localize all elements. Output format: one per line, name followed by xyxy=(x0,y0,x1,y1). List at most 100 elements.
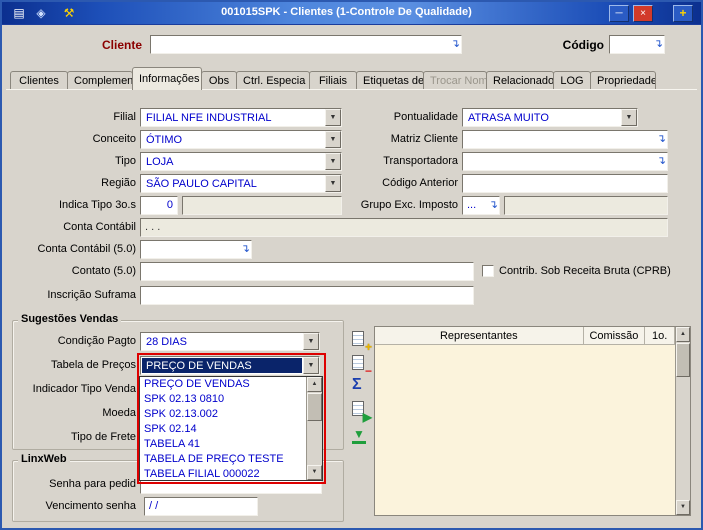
grupo-exc-imposto-desc-input[interactable] xyxy=(504,196,668,215)
tabela-precos-value: PREÇO DE VENDAS xyxy=(142,358,302,373)
tabela-precos-label: Tabela de Preços xyxy=(16,359,136,371)
grid-header-comissao[interactable]: Comissão xyxy=(584,327,646,345)
cliente-input[interactable]: ↴ xyxy=(150,35,462,54)
condicao-pagto-combo[interactable]: 28 DIAS ▼ xyxy=(140,332,320,351)
grupo-exc-imposto-label: Grupo Exc. Imposto xyxy=(338,199,458,211)
window-title: 001015SPK - Clientes (1-Controle De Qual… xyxy=(92,6,601,18)
pontualidade-value: ATRASA MUITO xyxy=(464,110,620,125)
chevron-down-icon[interactable]: ▼ xyxy=(621,109,637,126)
pontualidade-combo[interactable]: ATRASA MUITO ▼ xyxy=(462,108,638,127)
tipo-combo[interactable]: LOJA ▼ xyxy=(140,152,342,171)
title-bar: ▤ ◈ ⚒ 001015SPK - Clientes (1-Controle D… xyxy=(2,2,701,25)
conta-contabil-input[interactable]: . . . xyxy=(140,218,668,237)
vencimento-senha-input[interactable]: / / xyxy=(144,497,258,516)
tab-complemento[interactable]: Complemen xyxy=(67,71,133,90)
contato-50-input[interactable] xyxy=(140,262,474,281)
tab-relacionado[interactable]: Relacionado xyxy=(486,71,554,90)
lookup-icon[interactable]: ↴ xyxy=(657,155,666,168)
download-arrow-icon: ▼ xyxy=(353,428,365,440)
grid-add-button[interactable]: + xyxy=(350,330,370,350)
dropdown-item[interactable]: SPK 02.14 xyxy=(140,422,306,437)
scroll-thumb[interactable] xyxy=(307,393,322,421)
dropdown-item[interactable]: PREÇO DE VENDAS xyxy=(140,377,306,392)
conta-contabil-value: . . . xyxy=(145,221,663,233)
filial-label: Filial xyxy=(16,111,136,123)
scroll-up-icon[interactable]: ▲ xyxy=(307,377,322,392)
contrib-cprb-checkbox[interactable] xyxy=(482,265,494,277)
tab-informacoes[interactable]: Informações xyxy=(132,67,202,90)
representantes-grid[interactable]: Representantes Comissão 1o. ▲ ▼ xyxy=(374,326,691,516)
tabela-precos-combo[interactable]: PREÇO DE VENDAS ▼ xyxy=(140,356,320,375)
codigo-anterior-input[interactable] xyxy=(462,174,668,193)
grid-remove-button[interactable]: − xyxy=(350,354,370,374)
tab-strip: Clientes Complemen Informações Obs Ctrl.… xyxy=(10,67,655,90)
matriz-cliente-label: Matriz Cliente xyxy=(338,133,458,145)
transportadora-input[interactable]: ↴ xyxy=(462,152,668,171)
tab-clientes[interactable]: Clientes xyxy=(10,71,68,90)
grid-body[interactable] xyxy=(375,345,675,515)
grid-export-button[interactable]: ▶ xyxy=(350,400,370,420)
form-icon[interactable]: ▤ xyxy=(10,5,28,21)
indica-tipo-value: 0 xyxy=(145,199,173,211)
lookup-icon[interactable]: ↴ xyxy=(489,199,498,212)
tools-icon[interactable]: ⚒ xyxy=(60,5,78,21)
codigo-anterior-label: Código Anterior xyxy=(338,177,458,189)
add-record-button[interactable]: + xyxy=(673,5,693,22)
codigo-label: Código xyxy=(542,38,604,52)
scroll-down-icon[interactable]: ▼ xyxy=(307,465,322,480)
app-icon[interactable]: ◈ xyxy=(32,5,50,21)
filial-combo[interactable]: FILIAL NFE INDUSTRIAL ▼ xyxy=(140,108,342,127)
download-bar xyxy=(352,441,366,444)
regiao-label: Região xyxy=(16,177,136,189)
lookup-icon[interactable]: ↴ xyxy=(241,243,250,256)
grid-sum-button[interactable]: Σ xyxy=(350,376,370,396)
cliente-label: Cliente xyxy=(62,38,142,52)
codigo-input[interactable]: ↴ xyxy=(609,35,665,54)
scroll-up-icon[interactable]: ▲ xyxy=(676,327,690,342)
grid-header-1o[interactable]: 1o. xyxy=(645,327,675,345)
plus-icon: + xyxy=(365,341,372,353)
indica-tipo-label: Indica Tipo 3o.s xyxy=(16,199,136,211)
grid-vertical-scrollbar[interactable]: ▲ ▼ xyxy=(675,327,690,515)
close-button[interactable]: × xyxy=(633,5,653,22)
tab-log[interactable]: LOG xyxy=(553,71,591,90)
transportadora-label: Transportadora xyxy=(338,155,458,167)
tabela-precos-dropdown-list[interactable]: PREÇO DE VENDAS SPK 02.13 0810 SPK 02.13… xyxy=(139,376,323,481)
page-icon xyxy=(352,355,364,370)
lookup-icon[interactable]: ↴ xyxy=(451,38,460,51)
tab-etiquetas[interactable]: Etiquetas de xyxy=(356,71,424,90)
conceito-value: ÓTIMO xyxy=(142,132,324,147)
grid-import-button[interactable]: ▼ xyxy=(350,426,370,446)
sigma-icon: Σ xyxy=(352,376,362,394)
scroll-thumb[interactable] xyxy=(676,343,690,377)
tab-ctrl-especiais[interactable]: Ctrl. Especia xyxy=(236,71,310,90)
grupo-exc-imposto-input[interactable]: ... ↴ xyxy=(462,196,500,215)
regiao-combo[interactable]: SÃO PAULO CAPITAL ▼ xyxy=(140,174,342,193)
lookup-icon[interactable]: ↴ xyxy=(657,133,666,146)
tab-propriedades[interactable]: Propriedade xyxy=(590,71,656,90)
indica-tipo-input[interactable]: 0 xyxy=(140,196,178,215)
dropdown-item[interactable]: TABELA DE PREÇO TESTE xyxy=(140,452,306,467)
tab-obs[interactable]: Obs xyxy=(201,71,237,90)
filial-value: FILIAL NFE INDUSTRIAL xyxy=(142,110,324,125)
minimize-button[interactable]: ─ xyxy=(609,5,629,22)
tipo-frete-label: Tipo de Frete xyxy=(16,431,136,443)
dropdown-item[interactable]: SPK 02.13 0810 xyxy=(140,392,306,407)
chevron-down-icon[interactable]: ▼ xyxy=(303,357,319,374)
dropdown-item[interactable]: TABELA FILIAL 000022 xyxy=(140,467,306,482)
dropdown-scrollbar[interactable]: ▲ ▼ xyxy=(306,377,322,480)
chevron-down-icon[interactable]: ▼ xyxy=(303,333,319,350)
matriz-cliente-input[interactable]: ↴ xyxy=(462,130,668,149)
inscricao-suframa-input[interactable] xyxy=(140,286,474,305)
dropdown-item[interactable]: SPK 02.13.002 xyxy=(140,407,306,422)
indica-tipo-desc-input[interactable] xyxy=(182,196,342,215)
tab-filiais[interactable]: Filiais xyxy=(309,71,357,90)
lookup-icon[interactable]: ↴ xyxy=(654,38,663,51)
conceito-label: Conceito xyxy=(16,133,136,145)
grid-header-representantes[interactable]: Representantes xyxy=(375,327,584,345)
conceito-combo[interactable]: ÓTIMO ▼ xyxy=(140,130,342,149)
dropdown-item[interactable]: TABELA 41 xyxy=(140,437,306,452)
conta-contabil-label: Conta Contábil xyxy=(16,221,136,233)
scroll-down-icon[interactable]: ▼ xyxy=(676,500,690,515)
conta-contabil-50-input[interactable]: ↴ xyxy=(140,240,252,259)
